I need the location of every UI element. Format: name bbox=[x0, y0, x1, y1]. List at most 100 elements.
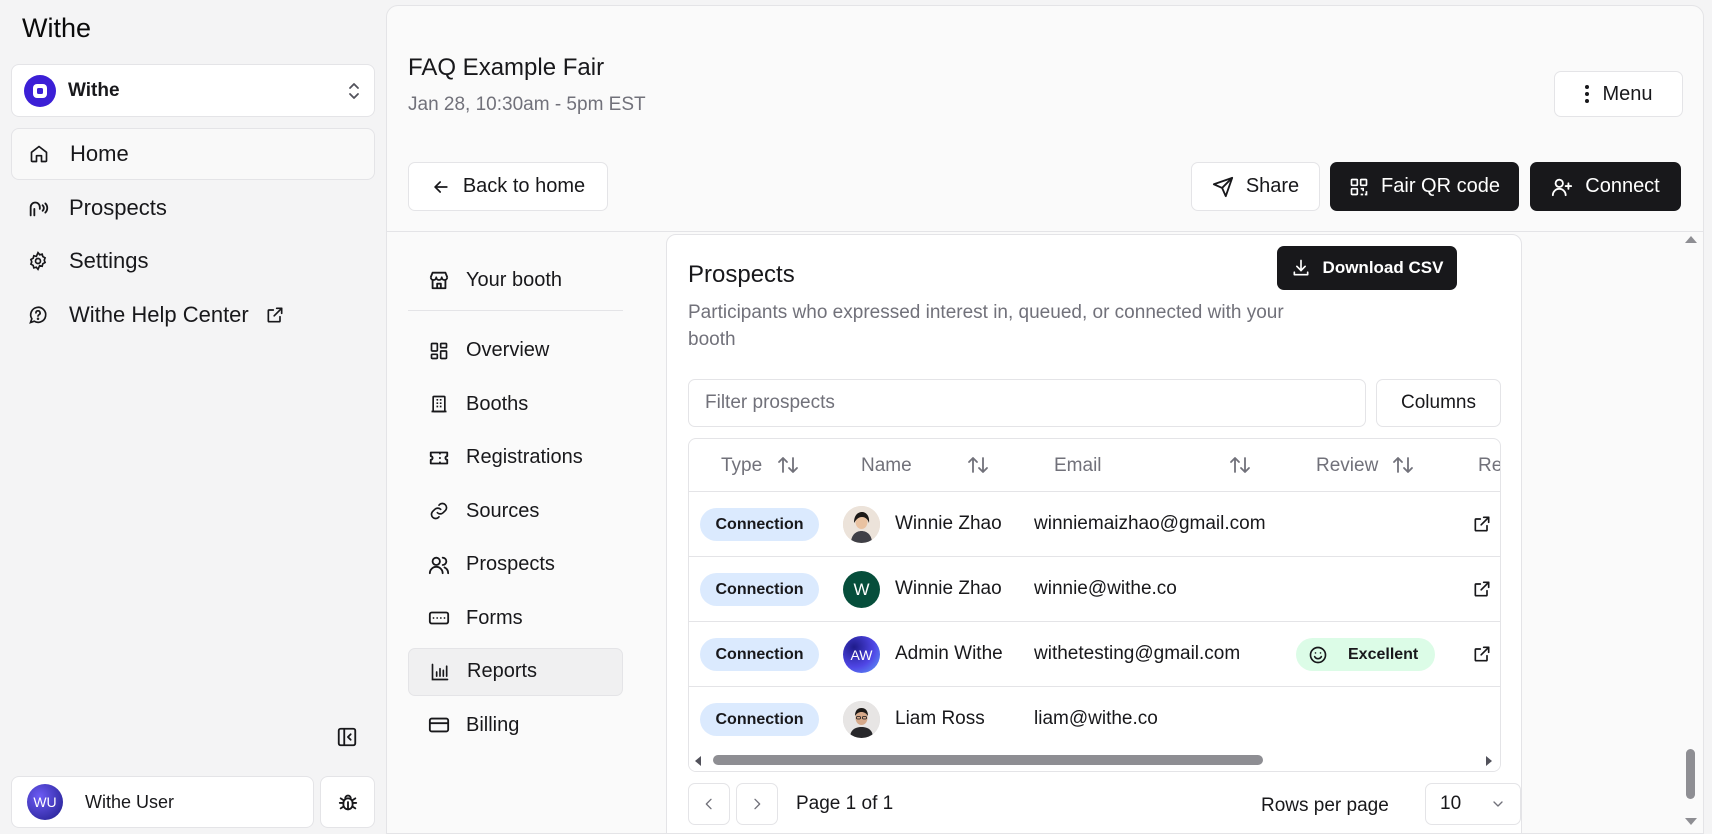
subnav-billing[interactable]: Billing bbox=[408, 701, 623, 749]
prospect-name: Winnie Zhao bbox=[895, 578, 1002, 599]
filter-prospects-input[interactable] bbox=[688, 379, 1366, 427]
sidebar-item-label: Withe Help Center bbox=[69, 301, 249, 327]
sidebar-item-label: Prospects bbox=[69, 194, 167, 220]
subnav-reports[interactable]: Reports bbox=[408, 647, 623, 696]
sort-icon[interactable] bbox=[1392, 455, 1414, 475]
more-vertical-icon bbox=[1584, 84, 1590, 104]
sort-icon[interactable] bbox=[777, 455, 799, 475]
page-indicator: Page 1 of 1 bbox=[796, 793, 894, 814]
sidebar-item-prospects[interactable]: Prospects bbox=[11, 182, 375, 234]
sidebar-item-home[interactable]: Home bbox=[11, 128, 375, 180]
type-badge: Connection bbox=[700, 703, 819, 736]
scroll-left-icon[interactable] bbox=[693, 755, 703, 767]
download-csv-button[interactable]: Download CSV bbox=[1277, 246, 1457, 290]
prospects-table: Type Name Email Review Re Connection Win… bbox=[688, 438, 1501, 772]
help-chat-icon bbox=[27, 304, 49, 326]
avatar: W bbox=[843, 571, 880, 608]
smile-icon bbox=[1308, 645, 1328, 665]
review-badge: Excellent bbox=[1296, 638, 1435, 671]
sort-icon[interactable] bbox=[967, 455, 989, 475]
menu-button-label: Menu bbox=[1602, 82, 1653, 105]
avatar bbox=[843, 701, 880, 738]
type-badge: Connection bbox=[700, 638, 819, 671]
report-bug-button[interactable] bbox=[320, 776, 375, 828]
subnav-prospects[interactable]: Prospects bbox=[408, 541, 623, 589]
menu-button[interactable]: Menu bbox=[1554, 71, 1683, 117]
type-badge: Connection bbox=[700, 573, 819, 606]
download-label: Download CSV bbox=[1322, 258, 1444, 277]
avatar: AW bbox=[843, 636, 880, 673]
chevron-right-icon bbox=[749, 796, 765, 812]
fair-qr-code-button[interactable]: Fair QR code bbox=[1330, 162, 1519, 211]
share-button[interactable]: Share bbox=[1191, 162, 1320, 211]
send-icon bbox=[1212, 176, 1234, 198]
overview-grid-icon bbox=[428, 340, 450, 362]
table-row[interactable]: Connection Liam Ross liam@withe.co bbox=[689, 687, 1500, 752]
connect-button-label: Connect bbox=[1585, 175, 1660, 197]
header-type[interactable]: Type bbox=[721, 455, 762, 477]
scrollbar-thumb[interactable] bbox=[713, 755, 1263, 765]
rows-per-page-select[interactable]: 10 bbox=[1425, 783, 1521, 825]
page-vertical-scrollbar[interactable] bbox=[1684, 232, 1698, 827]
table-row[interactable]: Connection W Winnie Zhao winnie@withe.co bbox=[689, 557, 1500, 622]
prospect-email: winnie@withe.co bbox=[1034, 578, 1177, 599]
prospect-name: Admin Withe bbox=[895, 643, 1003, 664]
header-truncated[interactable]: Re bbox=[1478, 455, 1500, 477]
external-link-icon[interactable] bbox=[1472, 514, 1492, 534]
arrow-left-icon bbox=[431, 177, 451, 197]
chevron-up-down-icon bbox=[346, 81, 362, 101]
user-account-button[interactable]: WU Withe User bbox=[11, 776, 314, 828]
subnav-overview[interactable]: Overview bbox=[408, 327, 623, 375]
next-page-button[interactable] bbox=[736, 783, 778, 825]
subnav-booths[interactable]: Booths bbox=[408, 380, 623, 428]
app-title: Withe bbox=[22, 13, 92, 43]
scroll-up-icon[interactable] bbox=[1684, 234, 1698, 244]
back-button-label: Back to home bbox=[462, 175, 586, 197]
scroll-right-icon[interactable] bbox=[1484, 755, 1494, 767]
sort-icon[interactable] bbox=[1229, 455, 1251, 475]
users-icon bbox=[428, 554, 450, 576]
rows-per-page-label: Rows per page bbox=[1261, 795, 1389, 816]
subnav-divider bbox=[408, 309, 623, 311]
back-to-home-button[interactable]: Back to home bbox=[408, 162, 608, 211]
header-review[interactable]: Review bbox=[1316, 455, 1378, 477]
subnav-label: Your booth bbox=[466, 268, 563, 291]
org-switcher[interactable]: Withe bbox=[11, 64, 375, 117]
bug-icon bbox=[337, 791, 359, 813]
card-description: Participants who expressed interest in, … bbox=[688, 302, 1284, 350]
subnav-your-booth[interactable]: Your booth bbox=[408, 256, 623, 304]
sidebar-item-help-center[interactable]: Withe Help Center bbox=[11, 289, 375, 341]
header-divider bbox=[387, 231, 1703, 232]
columns-button[interactable]: Columns bbox=[1376, 379, 1501, 427]
avatar: WU bbox=[27, 784, 63, 820]
scroll-down-icon[interactable] bbox=[1684, 817, 1698, 827]
scrollbar-thumb[interactable] bbox=[1686, 749, 1695, 799]
pagination: Page 1 of 1 Rows per page 10 bbox=[688, 783, 1521, 827]
subnav-sources[interactable]: Sources bbox=[408, 487, 623, 535]
type-badge: Connection bbox=[700, 508, 819, 541]
subnav-label: Booths bbox=[466, 392, 529, 415]
subnav-label: Prospects bbox=[466, 553, 555, 575]
table-row[interactable]: Connection AW Admin Withe withetesting@g… bbox=[689, 622, 1500, 687]
sidebar-item-settings[interactable]: Settings bbox=[11, 235, 375, 287]
user-name: Withe User bbox=[85, 791, 175, 812]
header-email[interactable]: Email bbox=[1054, 455, 1102, 477]
table-row[interactable]: Connection Winnie Zhao winniemaizhao@gma… bbox=[689, 492, 1500, 557]
subnav-label: Billing bbox=[466, 713, 520, 736]
previous-page-button[interactable] bbox=[688, 783, 730, 825]
external-link-icon[interactable] bbox=[1472, 644, 1492, 664]
user-plus-icon bbox=[1551, 176, 1573, 198]
header-name[interactable]: Name bbox=[861, 455, 912, 477]
qr-button-label: Fair QR code bbox=[1381, 175, 1500, 197]
subnav-label: Forms bbox=[466, 606, 523, 629]
external-link-icon[interactable] bbox=[1472, 579, 1492, 599]
table-horizontal-scrollbar[interactable] bbox=[689, 749, 1500, 771]
prospect-email: liam@withe.co bbox=[1034, 708, 1158, 729]
subnav-forms[interactable]: Forms bbox=[408, 594, 623, 642]
subnav-registrations[interactable]: Registrations bbox=[408, 434, 623, 482]
home-icon bbox=[28, 143, 50, 165]
connect-button[interactable]: Connect bbox=[1530, 162, 1681, 211]
review-label: Excellent bbox=[1348, 645, 1419, 663]
chevron-down-icon bbox=[1490, 796, 1506, 812]
collapse-sidebar-icon[interactable] bbox=[336, 726, 358, 748]
